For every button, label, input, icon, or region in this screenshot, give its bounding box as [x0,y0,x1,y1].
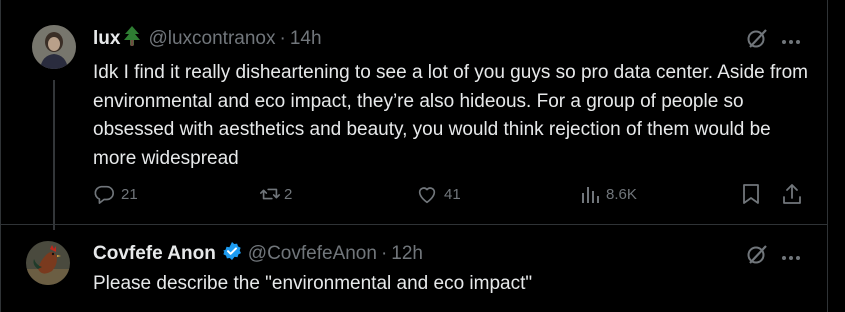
share-icon [781,182,803,206]
tweet-top-actions [746,243,801,270]
repost-button[interactable]: 2 [259,183,292,205]
timestamp[interactable]: 14h [290,28,322,50]
tweet-header: lux @luxcontranox · 14h [93,25,322,53]
separator-dot: · [279,28,286,49]
more-icon[interactable] [781,32,801,50]
views-icon [580,183,600,205]
like-icon [416,183,438,205]
share-button[interactable] [781,182,803,206]
reply-button[interactable]: 21 [93,183,138,205]
separator-dot: · [380,243,388,264]
tweet-divider [1,224,827,225]
repost-count: 2 [284,185,293,203]
display-name[interactable]: Covfefe Anon [93,243,216,265]
grok-icon[interactable] [746,27,768,54]
verified-badge-icon [222,241,242,267]
more-icon[interactable] [781,248,801,266]
like-button[interactable]: 41 [416,183,461,205]
like-count: 41 [444,185,461,203]
views-button[interactable]: 8.6K [580,183,637,205]
reply-icon [93,183,115,205]
avatar[interactable] [32,25,76,69]
bookmark-button[interactable] [741,183,761,205]
avatar-photo-rooster [26,241,70,285]
reply-count: 21 [121,185,138,203]
tweet-text: Idk I find it really disheartening to se… [93,62,809,169]
frame-border-right [827,0,828,312]
grok-icon[interactable] [746,243,768,270]
thread-line [53,80,55,230]
handle[interactable]: @CovfefeAnon [248,243,377,265]
handle[interactable]: @luxcontranox [148,28,275,50]
bookmark-icon [741,183,761,205]
tweet-text: Please describe the "environmental and e… [93,273,533,294]
tweet-header: Covfefe Anon @CovfefeAnon · 12h [93,240,423,268]
timestamp[interactable]: 12h [391,243,423,265]
frame-border-left [0,0,1,312]
views-count: 8.6K [606,185,637,203]
repost-icon [259,183,281,205]
avatar[interactable] [26,241,70,285]
display-name[interactable]: lux [93,28,120,50]
avatar-photo-lux [32,25,76,69]
tweet-top-actions [746,27,801,54]
tree-emoji [122,25,142,53]
